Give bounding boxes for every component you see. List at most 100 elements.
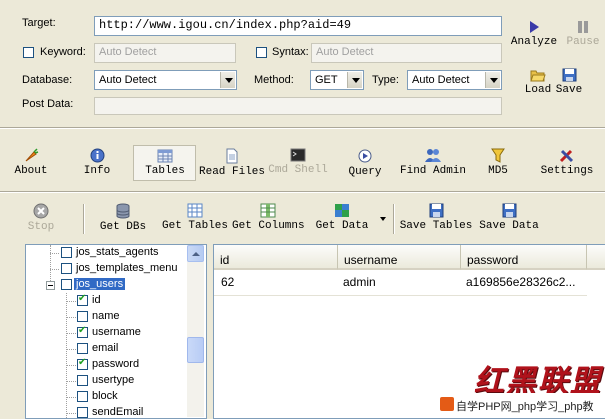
keyword-input[interactable]: Auto Detect: [94, 43, 236, 63]
nav-read-files[interactable]: Read Files: [199, 148, 265, 178]
grid-row-divider: [214, 295, 587, 296]
analyze-button[interactable]: Analyze: [509, 20, 559, 48]
chevron-down-icon[interactable]: [220, 72, 235, 88]
tree-item[interactable]: jos_stats_agents: [26, 245, 206, 261]
tree-guide-line: [66, 333, 76, 335]
columns-icon: [260, 203, 276, 218]
get-data-dropdown[interactable]: [380, 217, 386, 221]
stop-icon: [33, 203, 49, 219]
postdata-label: Post Data:: [22, 98, 74, 110]
tree-item[interactable]: id: [26, 293, 206, 309]
target-input[interactable]: http://www.igou.cn/index.php?aid=49: [94, 16, 502, 36]
tree-item[interactable]: block: [26, 389, 206, 405]
nav-settings-label: Settings: [540, 165, 594, 177]
get-dbs-label: Get DBs: [99, 221, 147, 233]
get-columns-button[interactable]: Get Columns: [232, 203, 305, 232]
tree-item[interactable]: username: [26, 325, 206, 341]
tree-item[interactable]: name: [26, 309, 206, 325]
grid-cell[interactable]: 62: [221, 275, 333, 289]
scroll-up-icon[interactable]: [187, 245, 204, 262]
grid-header-username[interactable]: username: [338, 245, 461, 270]
save-data-label: Save Data: [479, 220, 539, 232]
table-icon: [157, 149, 173, 163]
syntax-input[interactable]: Auto Detect: [311, 43, 502, 63]
get-data-button[interactable]: Get Data: [314, 203, 370, 232]
scrollbar-thumb[interactable]: [187, 337, 204, 363]
data-grid-icon: [335, 204, 349, 217]
grid-cell[interactable]: admin: [343, 275, 455, 289]
syntax-checkbox[interactable]: [256, 47, 267, 58]
funnel-icon: [491, 148, 505, 163]
table-tree[interactable]: jos_stats_agents jos_templates_menu jos_…: [25, 244, 207, 419]
tree-checkbox[interactable]: [77, 311, 88, 322]
collapse-icon[interactable]: [46, 281, 55, 290]
tree-item[interactable]: usertype: [26, 373, 206, 389]
document-icon: [226, 148, 238, 164]
tools-icon: [559, 149, 574, 163]
tree-item[interactable]: password: [26, 357, 206, 373]
tree-item-label: email: [92, 342, 119, 354]
postdata-input[interactable]: [94, 97, 502, 115]
tree-item-label: jos_users: [74, 278, 126, 290]
tree-checkbox[interactable]: [77, 407, 88, 418]
users-icon: [425, 149, 441, 162]
tree-checkbox[interactable]: [77, 357, 88, 370]
get-tables-label: Get Tables: [162, 220, 229, 232]
tree-checkbox[interactable]: [61, 247, 72, 258]
save-button[interactable]: Save: [554, 68, 584, 96]
keyword-label: Keyword:: [40, 46, 86, 58]
load-button[interactable]: Load: [522, 68, 554, 96]
type-label: Type:: [372, 74, 399, 86]
tree-item-label: sendEmail: [92, 406, 144, 418]
method-select[interactable]: GET: [310, 70, 364, 90]
pause-label: Pause: [566, 36, 600, 48]
tree-checkbox[interactable]: [77, 375, 88, 386]
nav-tables[interactable]: Tables: [140, 149, 190, 177]
nav-info[interactable]: Info: [80, 148, 114, 177]
tree-checkbox[interactable]: [61, 263, 72, 274]
save-data-button[interactable]: Save Data: [478, 203, 540, 232]
nav-about-label: About: [14, 165, 48, 177]
grid-header-password[interactable]: password: [461, 245, 587, 270]
nav-about[interactable]: About: [10, 148, 52, 177]
nav-md5[interactable]: MD5: [483, 148, 513, 177]
get-dbs-button[interactable]: Get DBs: [98, 203, 148, 233]
folder-open-icon: [530, 70, 546, 82]
nav-query[interactable]: Query: [345, 148, 385, 178]
tree-item-selected[interactable]: jos_users: [26, 277, 206, 293]
type-select[interactable]: Auto Detect: [407, 70, 502, 90]
grid-cell[interactable]: a169856e28326c2...: [466, 275, 586, 289]
database-select[interactable]: Auto Detect: [94, 70, 237, 90]
chevron-down-icon[interactable]: [347, 72, 362, 88]
database-label: Database:: [22, 74, 73, 86]
tree-item[interactable]: email: [26, 341, 206, 357]
nav-cmd-shell[interactable]: Cmd Shell: [268, 148, 328, 176]
grid-header-filler: [587, 245, 605, 270]
nav-settings[interactable]: Settings: [538, 148, 596, 177]
site-logo-icon: [440, 397, 454, 411]
chevron-down-icon[interactable]: [485, 72, 500, 88]
table-grid-icon: [187, 203, 203, 218]
tree-item[interactable]: jos_templates_menu: [26, 261, 206, 277]
grid-header-id[interactable]: id: [214, 245, 338, 270]
floppy-disk-icon: [429, 203, 443, 218]
toolbar-separator: [83, 204, 85, 234]
query-icon: [358, 149, 372, 163]
tree-scrollbar[interactable]: [187, 245, 204, 417]
nav-find-admin[interactable]: Find Admin: [400, 148, 466, 177]
type-select-value: Auto Detect: [412, 74, 470, 86]
load-label: Load: [524, 84, 552, 96]
save-tables-button[interactable]: Save Tables: [399, 203, 473, 232]
tree-checkbox[interactable]: [61, 279, 72, 290]
nav-find-admin-label: Find Admin: [400, 165, 467, 177]
pause-button[interactable]: Pause: [562, 20, 604, 48]
toolbar-separator: [393, 204, 395, 234]
stop-button[interactable]: Stop: [24, 203, 58, 233]
get-tables-button[interactable]: Get Tables: [162, 203, 228, 232]
keyword-checkbox[interactable]: [23, 47, 34, 58]
tree-checkbox[interactable]: [77, 325, 88, 338]
tree-checkbox[interactable]: [77, 293, 88, 306]
tree-guide-line: [66, 349, 76, 351]
tree-checkbox[interactable]: [77, 343, 88, 354]
tree-checkbox[interactable]: [77, 391, 88, 402]
